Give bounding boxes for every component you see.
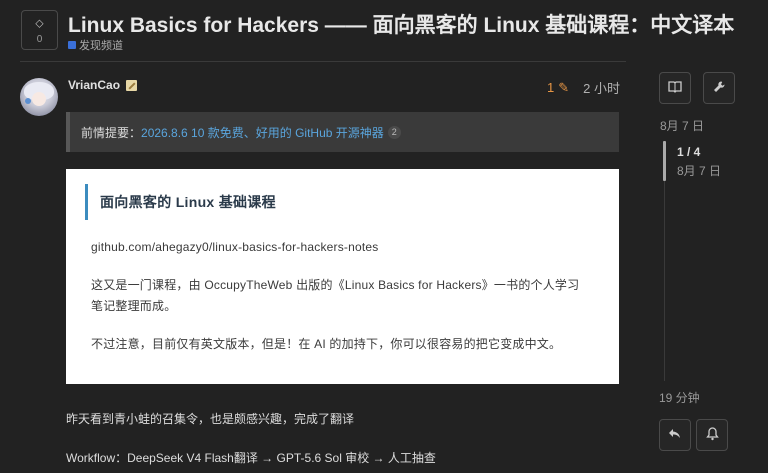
header-divider (20, 61, 626, 62)
note-icon (126, 79, 138, 91)
category-label: 发现频道 (79, 40, 123, 52)
card-title: 面向黑客的 Linux 基础课程 (85, 184, 385, 220)
card-paragraph-1: 这又是一门课程，由 OccupyTheWeb 出版的《Linux Basics … (91, 278, 580, 313)
bell-icon (705, 426, 719, 444)
notice-label: 前情提要： (81, 125, 142, 140)
book-open-icon (668, 80, 682, 96)
timeline-rail[interactable] (664, 181, 665, 381)
vote-count: 0 (36, 33, 43, 45)
timeline-progress-date: 8月 7 日 (677, 164, 722, 178)
timeline-scroll-handle[interactable] (663, 141, 666, 181)
notice-box: 前情提要： 2026.8.6 10 款免费、好用的 GitHub 开源神器 2 (66, 112, 619, 152)
vote-button[interactable]: ⬦ 0 (21, 10, 58, 50)
timeline-end-date[interactable]: 19 分钟 (659, 389, 700, 406)
pencil-icon[interactable]: ✎ (558, 80, 569, 96)
post-line-2: Workflow：DeepSeek V4 Flash翻译 → GPT-5.6 S… (66, 451, 436, 465)
avatar-face (32, 92, 46, 106)
content-card-image: 面向黑客的 Linux 基础课程 github.com/ahegazy0/lin… (66, 169, 619, 384)
post-line-1: 昨天看到青小蛙的召集令，也是颇感兴趣，完成了翻译 (66, 412, 355, 426)
notice-link[interactable]: 2026.8.6 10 款免费、好用的 GitHub 开源神器 (141, 124, 384, 141)
card-repo-url: github.com/ahegazy0/linux-basics-for-hac… (91, 240, 379, 254)
topic-title[interactable]: Linux Basics for Hackers —— 面向黑客的 Linux … (68, 9, 768, 39)
notification-button[interactable] (696, 419, 728, 451)
timeline-start-date[interactable]: 8月 7 日 (660, 117, 704, 134)
avatar-accessory (25, 98, 31, 104)
category-badge[interactable]: 发现频道 (68, 37, 123, 53)
vote-arrow-icon: ⬦ (35, 15, 44, 30)
summary-button[interactable] (659, 72, 691, 104)
avatar[interactable] (20, 78, 58, 116)
reply-button[interactable] (659, 419, 691, 451)
category-color-square (68, 41, 76, 49)
link-click-count: 2 (387, 125, 401, 139)
post-meta: 1 ✎ 2 小时 (547, 78, 620, 97)
post-author[interactable]: VrianCao (68, 78, 138, 92)
timeline-progress: 1 / 4 (677, 145, 701, 159)
post-time[interactable]: 2 小时 (583, 78, 620, 97)
reply-icon (668, 427, 682, 443)
username[interactable]: VrianCao (68, 78, 120, 92)
edit-count[interactable]: 1 (547, 80, 554, 95)
admin-button[interactable] (703, 72, 735, 104)
card-paragraph-2: 不过注意，目前仅有英文版本，但是！在 AI 的加持下，你可以很容易的把它变成中文… (91, 337, 562, 351)
wrench-icon (712, 80, 726, 97)
